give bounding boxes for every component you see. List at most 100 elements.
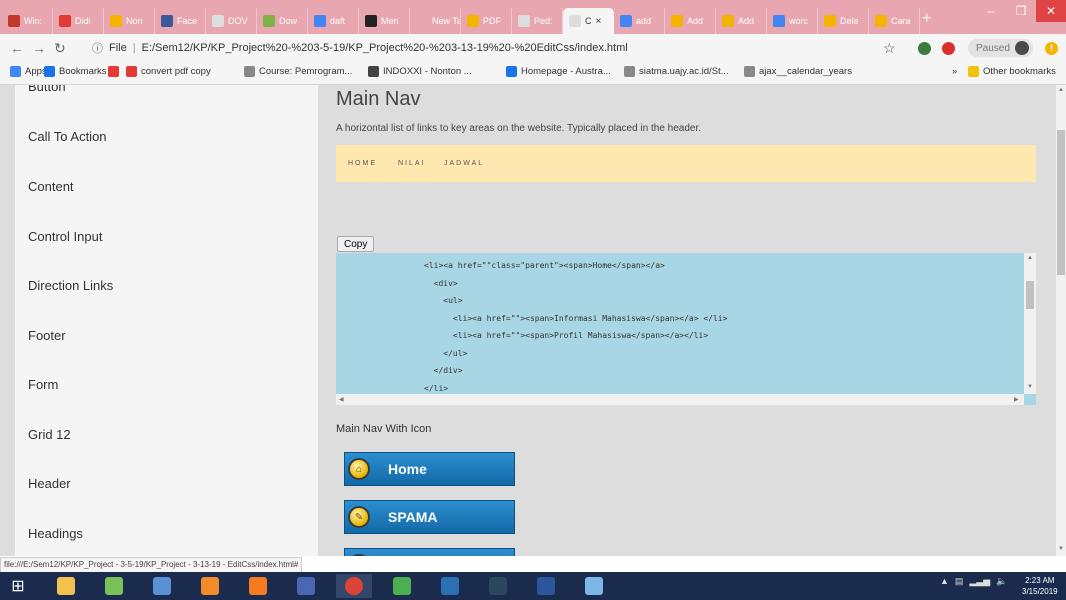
browser-tab[interactable]: Dow — [257, 8, 308, 34]
nav-link-jadwal[interactable]: JADWAL — [444, 160, 484, 167]
scroll-left-arrow-icon[interactable]: ◀ — [339, 396, 344, 403]
copy-button[interactable]: Copy — [337, 236, 375, 252]
code-vertical-scrollbar[interactable]: ▲ ▼ — [1024, 253, 1036, 394]
page-vertical-scrollbar[interactable]: ▲ ▼ — [1056, 85, 1066, 556]
taskbar-app[interactable] — [288, 574, 324, 598]
browser-tab[interactable]: Add — [665, 8, 716, 34]
browser-tab[interactable]: Ped: — [512, 8, 563, 34]
bookmark-item[interactable]: INDOXXI - Nonton ... — [368, 66, 472, 77]
tab-label: New Tab — [432, 16, 460, 26]
browser-tab[interactable]: Non — [104, 8, 155, 34]
scroll-right-arrow-icon[interactable]: ▶ — [1014, 396, 1019, 403]
browser-tab[interactable]: New Tab — [410, 8, 461, 34]
adblock-icon[interactable] — [942, 42, 955, 55]
extension-icon[interactable] — [918, 42, 931, 55]
tab-favicon-icon — [518, 15, 530, 27]
taskbar-app[interactable] — [432, 574, 468, 598]
sidebar-item[interactable]: Header — [28, 476, 71, 491]
bookmark-item[interactable]: Bookmarks — [44, 66, 107, 77]
sidebar-item[interactable]: Direction Links — [28, 278, 113, 293]
scroll-down-arrow-icon[interactable]: ▼ — [1027, 384, 1033, 390]
new-tab-button[interactable]: + — [922, 10, 931, 28]
bookmarks-overflow-button[interactable]: » — [952, 66, 957, 77]
bookmark-item[interactable]: Apps — [10, 66, 47, 77]
clock[interactable]: 2:23 AM 3/15/2019 — [1022, 575, 1058, 597]
browser-tab[interactable]: PDF — [461, 8, 512, 34]
scroll-up-arrow-icon[interactable]: ▲ — [1027, 255, 1033, 261]
icon-nav-item[interactable]: ✎ SPAMA — [344, 500, 515, 534]
network-icon[interactable]: ▤ — [955, 576, 964, 587]
start-button[interactable]: ⊞ — [0, 574, 36, 598]
sidebar-item[interactable]: Content — [28, 179, 74, 194]
tab-favicon-icon — [467, 15, 479, 27]
info-icon[interactable]: ⓘ — [92, 40, 103, 56]
address-bar[interactable]: ⓘ File | E:/Sem12/KP/KP_Project%20-%203-… — [92, 37, 872, 59]
browser-tab[interactable]: Dele — [818, 8, 869, 34]
bookmark-item[interactable] — [108, 66, 123, 77]
minimize-button[interactable]: – — [976, 0, 1006, 22]
bookmark-item[interactable]: siatma.uajy.ac.id/St... — [624, 66, 729, 77]
browser-tab[interactable]: Add — [716, 8, 767, 34]
tray-up-icon[interactable]: ▲ — [940, 576, 949, 587]
tab-label: PDF — [483, 16, 501, 26]
tab-favicon-icon — [314, 15, 326, 27]
icon-nav-item[interactable]: ⌂ Home — [344, 452, 515, 486]
browser-tab[interactable]: Win: — [2, 8, 53, 34]
avatar — [1014, 41, 1029, 55]
page-scroll-thumb[interactable] — [1057, 130, 1065, 275]
volume-icon[interactable]: 🔈 — [996, 576, 1007, 587]
section-title: Main Nav — [336, 88, 421, 110]
taskbar-app[interactable] — [528, 574, 564, 598]
icon-nav-item[interactable]: ✦Beasiswa — [344, 548, 515, 556]
browser-tab[interactable]: daft — [308, 8, 359, 34]
taskbar-app[interactable] — [192, 574, 228, 598]
bookmark-item[interactable]: Course: Pemrogram... — [244, 66, 352, 77]
browser-tab[interactable]: add — [614, 8, 665, 34]
code-scroll-thumb[interactable] — [1026, 281, 1034, 309]
bookmark-item[interactable]: ajax__calendar_years — [744, 66, 852, 77]
tab-label: daft — [330, 16, 346, 26]
code-horizontal-scrollbar[interactable]: ◀ ▶ — [336, 394, 1024, 405]
page-scroll-up-icon[interactable]: ▲ — [1058, 87, 1064, 93]
signal-icon[interactable]: ▂▃▅ — [969, 576, 990, 587]
sidebar-item[interactable]: Button — [28, 85, 66, 94]
browser-tab[interactable]: DOV — [206, 8, 257, 34]
taskbar-app[interactable] — [480, 574, 516, 598]
maximize-button[interactable]: ❐ — [1006, 0, 1036, 22]
browser-tab[interactable]: Face — [155, 8, 206, 34]
sidebar-item[interactable]: Headings — [28, 526, 83, 541]
sidebar-item[interactable]: Call To Action — [28, 129, 107, 144]
sidebar-item[interactable]: Grid 12 — [28, 427, 71, 442]
back-arrow-icon[interactable]: ← — [10, 40, 24, 56]
forward-arrow-icon[interactable]: → — [32, 40, 46, 56]
browser-tab[interactable]: Men — [359, 8, 410, 34]
bookmark-item[interactable]: Homepage - Austra... — [506, 66, 611, 77]
tab-close-icon[interactable]: × — [596, 16, 602, 27]
browser-tab[interactable]: Cara — [869, 8, 920, 34]
page-scroll-down-icon[interactable]: ▼ — [1058, 546, 1064, 552]
browser-tab[interactable]: C × — [563, 8, 614, 34]
browser-tab[interactable]: Didi — [53, 8, 104, 34]
nav-link-nilai[interactable]: NILAI — [398, 160, 426, 167]
taskbar-app[interactable] — [48, 574, 84, 598]
other-bookmarks[interactable]: Other bookmarks — [968, 66, 1056, 77]
sidebar-item[interactable]: Footer — [28, 328, 66, 343]
sidebar-item[interactable]: Form — [28, 377, 58, 392]
tab-label: Add — [738, 16, 755, 26]
nav-link-home[interactable]: HOME — [348, 160, 377, 167]
taskbar-app[interactable] — [144, 574, 180, 598]
browser-tab[interactable]: worc — [767, 8, 818, 34]
update-alert-icon[interactable]: ! — [1045, 42, 1058, 55]
bookmark-star-icon[interactable]: ☆ — [883, 40, 896, 57]
bookmark-item[interactable]: convert pdf copy — [126, 66, 211, 77]
sidebar-item[interactable]: Control Input — [28, 229, 102, 244]
taskbar-app[interactable] — [384, 574, 420, 598]
taskbar-app[interactable] — [336, 574, 372, 598]
code-snippet-box[interactable]: <li><a href=""class="parent"><span>Home<… — [336, 253, 1036, 405]
taskbar-app[interactable] — [96, 574, 132, 598]
close-window-button[interactable]: ✕ — [1036, 0, 1066, 22]
reload-icon[interactable]: ↻ — [54, 40, 66, 57]
taskbar-app[interactable] — [576, 574, 612, 598]
taskbar-app[interactable] — [240, 574, 276, 598]
profile-paused-button[interactable]: Paused — [968, 39, 1033, 57]
